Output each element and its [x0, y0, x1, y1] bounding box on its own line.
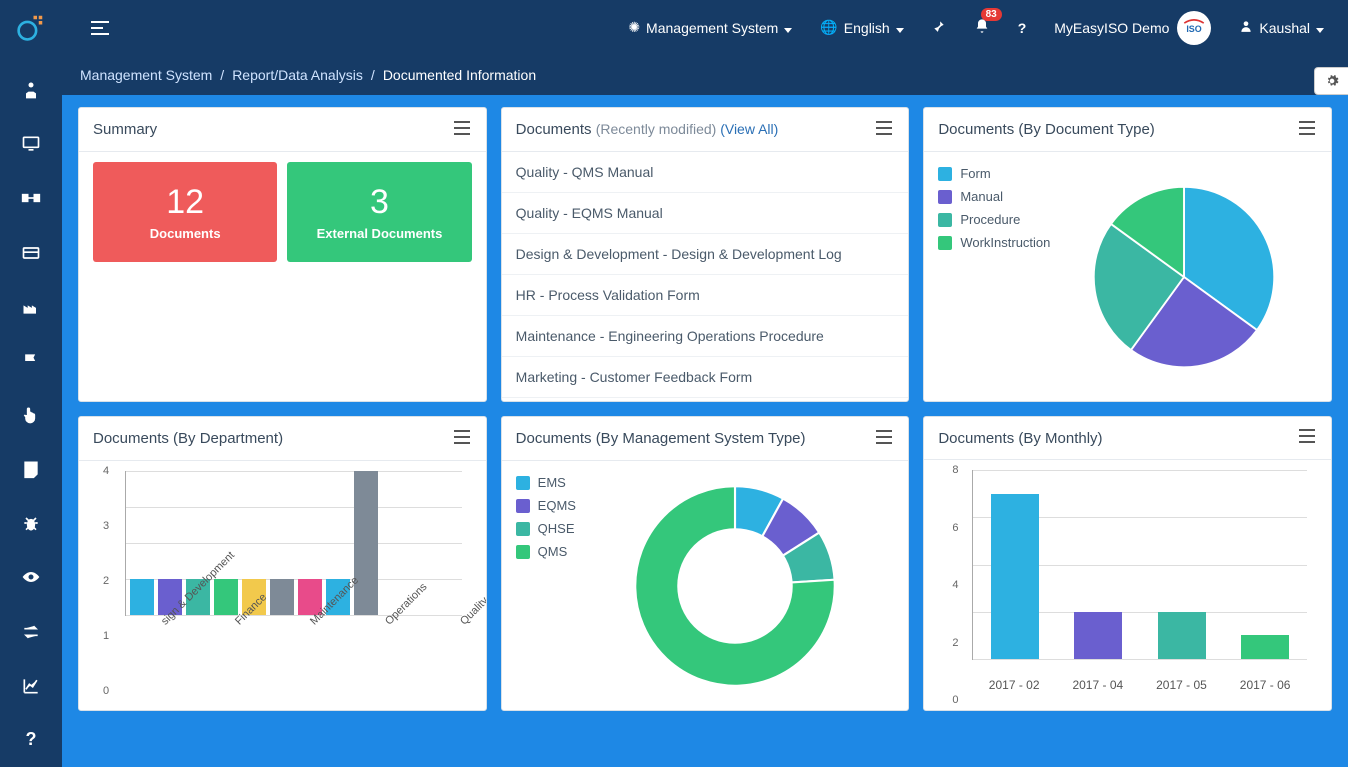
sidebar-item-analytics[interactable]: [0, 659, 62, 713]
card-by-mst: Documents (By Management System Type) EM…: [501, 416, 910, 711]
sidebar-item-help[interactable]: ?: [0, 713, 62, 767]
card-menu-button[interactable]: [452, 430, 472, 448]
bar[interactable]: [354, 471, 378, 615]
card-title: Documents (By Document Type): [938, 121, 1154, 138]
card-title: Documents (By Management System Type): [516, 430, 806, 447]
brand-avatar: ISO: [1177, 11, 1211, 45]
sidebar-item-note[interactable]: [0, 442, 62, 496]
crumb-0[interactable]: Management System: [80, 67, 212, 83]
bar[interactable]: [130, 579, 154, 615]
caret-down-icon: [784, 20, 792, 36]
sidebar-item-industry[interactable]: [0, 280, 62, 334]
legend-item: QHSE: [516, 521, 576, 536]
page-settings-button[interactable]: [1314, 67, 1348, 95]
svg-text:ISO: ISO: [1187, 24, 1202, 34]
legend-item: Form: [938, 166, 1050, 181]
bar[interactable]: [1241, 635, 1289, 659]
pin-icon: [932, 19, 946, 36]
breadcrumb: Management System / Report/Data Analysis…: [62, 55, 1348, 95]
card-summary: Summary 12 Documents 3 External Document…: [78, 107, 487, 402]
card-title: Summary: [93, 121, 157, 138]
user-label: Kaushal: [1259, 20, 1310, 36]
sidebar-item-person[interactable]: [0, 63, 62, 117]
card-menu-button[interactable]: [452, 121, 472, 139]
management-system-label: Management System: [646, 20, 778, 36]
dashboard-content: Summary 12 Documents 3 External Document…: [62, 95, 1348, 767]
globe-icon: 🌐: [820, 19, 837, 36]
list-item[interactable]: Quality - QMS Manual: [502, 152, 909, 193]
legend-item: Manual: [938, 189, 1050, 204]
language-dropdown[interactable]: 🌐 English: [806, 0, 917, 55]
sidebar-item-eye[interactable]: [0, 550, 62, 604]
x-tick: 2017 - 05: [1156, 678, 1207, 700]
list-item[interactable]: Design & Development - Design & Developm…: [502, 234, 909, 275]
sidebar-item-monitor[interactable]: [0, 117, 62, 171]
help-icon: ?: [1018, 20, 1027, 36]
x-tick: 2017 - 06: [1240, 678, 1291, 700]
legend-item: EMS: [516, 475, 576, 490]
card-by-monthly: Documents (By Monthly) 2017 - 02 2017 - 0…: [923, 416, 1332, 711]
language-label: English: [844, 20, 890, 36]
card-title: Documents (By Department): [93, 430, 283, 447]
card-menu-button[interactable]: [1297, 121, 1317, 139]
card-recent-documents: Documents (Recently modified) (View All)…: [501, 107, 910, 402]
card-title: Documents: [516, 121, 596, 138]
sidebar-item-card[interactable]: [0, 225, 62, 279]
legend-item: QMS: [516, 544, 576, 559]
card-by-department: Documents (By Department) sign & Develop…: [78, 416, 487, 711]
tile-external-documents[interactable]: 3 External Documents: [287, 162, 471, 262]
caret-down-icon: [1316, 20, 1324, 36]
pin-button[interactable]: [918, 0, 960, 55]
legend-item: EQMS: [516, 498, 576, 513]
card-menu-button[interactable]: [874, 430, 894, 448]
brand-label: MyEasyISO Demo ISO: [1040, 0, 1225, 55]
x-tick: 2017 - 02: [989, 678, 1040, 700]
caret-down-icon: [896, 20, 904, 36]
bar[interactable]: [1074, 612, 1122, 659]
user-dropdown[interactable]: Kaushal: [1225, 0, 1338, 55]
app-logo: [10, 8, 50, 48]
crumb-2: Documented Information: [383, 67, 536, 83]
bar[interactable]: [214, 579, 238, 615]
tile-documents[interactable]: 12 Documents: [93, 162, 277, 262]
card-menu-button[interactable]: [874, 121, 894, 139]
sidebar-item-process[interactable]: [0, 171, 62, 225]
gear-sun-icon: ✺: [628, 19, 640, 36]
bar[interactable]: [270, 579, 294, 615]
legend-item: WorkInstruction: [938, 235, 1050, 250]
card-menu-button[interactable]: [1297, 429, 1317, 447]
notification-badge: 83: [981, 8, 1002, 21]
sidebar-item-transfer[interactable]: [0, 605, 62, 659]
list-item[interactable]: HR - Process Validation Form: [502, 275, 909, 316]
management-system-dropdown[interactable]: ✺ Management System: [614, 0, 806, 55]
crumb-1[interactable]: Report/Data Analysis: [232, 67, 363, 83]
sidebar-item-bug[interactable]: [0, 496, 62, 550]
x-tick: 2017 - 04: [1072, 678, 1123, 700]
bar[interactable]: [991, 494, 1039, 659]
notifications-button[interactable]: 83: [960, 0, 1004, 55]
sidebar-item-flag[interactable]: [0, 334, 62, 388]
help-button[interactable]: ?: [1004, 0, 1041, 55]
legend-item: Procedure: [938, 212, 1050, 227]
user-icon: [1239, 19, 1253, 36]
sidebar-item-pointer[interactable]: [0, 388, 62, 442]
sidebar-toggle[interactable]: [80, 8, 120, 48]
bar[interactable]: [1158, 612, 1206, 659]
list-item[interactable]: Quality - EQMS Manual: [502, 193, 909, 234]
card-by-document-type: Documents (By Document Type) Form Manual P…: [923, 107, 1332, 402]
left-sidebar: ?: [0, 55, 62, 767]
list-item[interactable]: Marketing - Customer Feedback Form: [502, 357, 909, 398]
view-all-link[interactable]: (View All): [720, 121, 778, 137]
list-item[interactable]: Maintenance - Engineering Operations Pro…: [502, 316, 909, 357]
top-header: ✺ Management System 🌐 English 83 ? MyEas…: [0, 0, 1348, 55]
card-title: Documents (By Monthly): [938, 430, 1102, 447]
